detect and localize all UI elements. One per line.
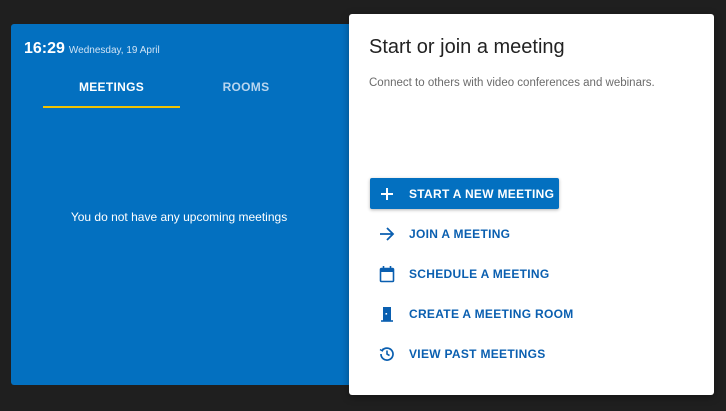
join-meeting-label: JOIN A MEETING [409,226,511,241]
action-list: START A NEW MEETING JOIN A MEETING SCHED… [370,178,700,369]
clock-time: 16:29 [24,40,65,57]
schedule-meeting-button[interactable]: SCHEDULE A MEETING [370,258,700,289]
arrow-right-icon [378,225,396,243]
tab-meetings[interactable]: MEETINGS [43,78,180,108]
meetings-panel: 16:29 Wednesday, 19 April MEETINGS ROOMS… [11,24,359,385]
clock-date: Wednesday, 19 April [68,45,160,56]
app-window: 16:29 Wednesday, 19 April MEETINGS ROOMS… [0,0,726,411]
start-meeting-dialog: Start or join a meeting Connect to other… [349,14,714,395]
tab-bar: MEETINGS ROOMS [43,78,319,108]
schedule-meeting-label: SCHEDULE A MEETING [409,266,550,281]
view-past-meetings-button[interactable]: VIEW PAST MEETINGS [370,338,700,369]
dialog-title: Start or join a meeting [369,36,565,58]
empty-meetings-message: You do not have any upcoming meetings [70,210,288,224]
clock: 16:29 Wednesday, 19 April [24,40,160,58]
plus-icon [378,185,396,203]
view-past-meetings-label: VIEW PAST MEETINGS [409,346,546,361]
history-icon [378,345,396,363]
join-meeting-button[interactable]: JOIN A MEETING [370,218,700,249]
start-new-meeting-button[interactable]: START A NEW MEETING [370,178,559,209]
create-meeting-room-label: CREATE A MEETING ROOM [409,306,574,321]
calendar-icon [378,265,396,283]
create-meeting-room-button[interactable]: CREATE A MEETING ROOM [370,298,700,329]
dialog-subtitle: Connect to others with video conferences… [369,77,655,89]
start-new-meeting-label: START A NEW MEETING [409,186,555,201]
door-icon [378,305,396,323]
tab-rooms[interactable]: ROOMS [180,78,312,108]
